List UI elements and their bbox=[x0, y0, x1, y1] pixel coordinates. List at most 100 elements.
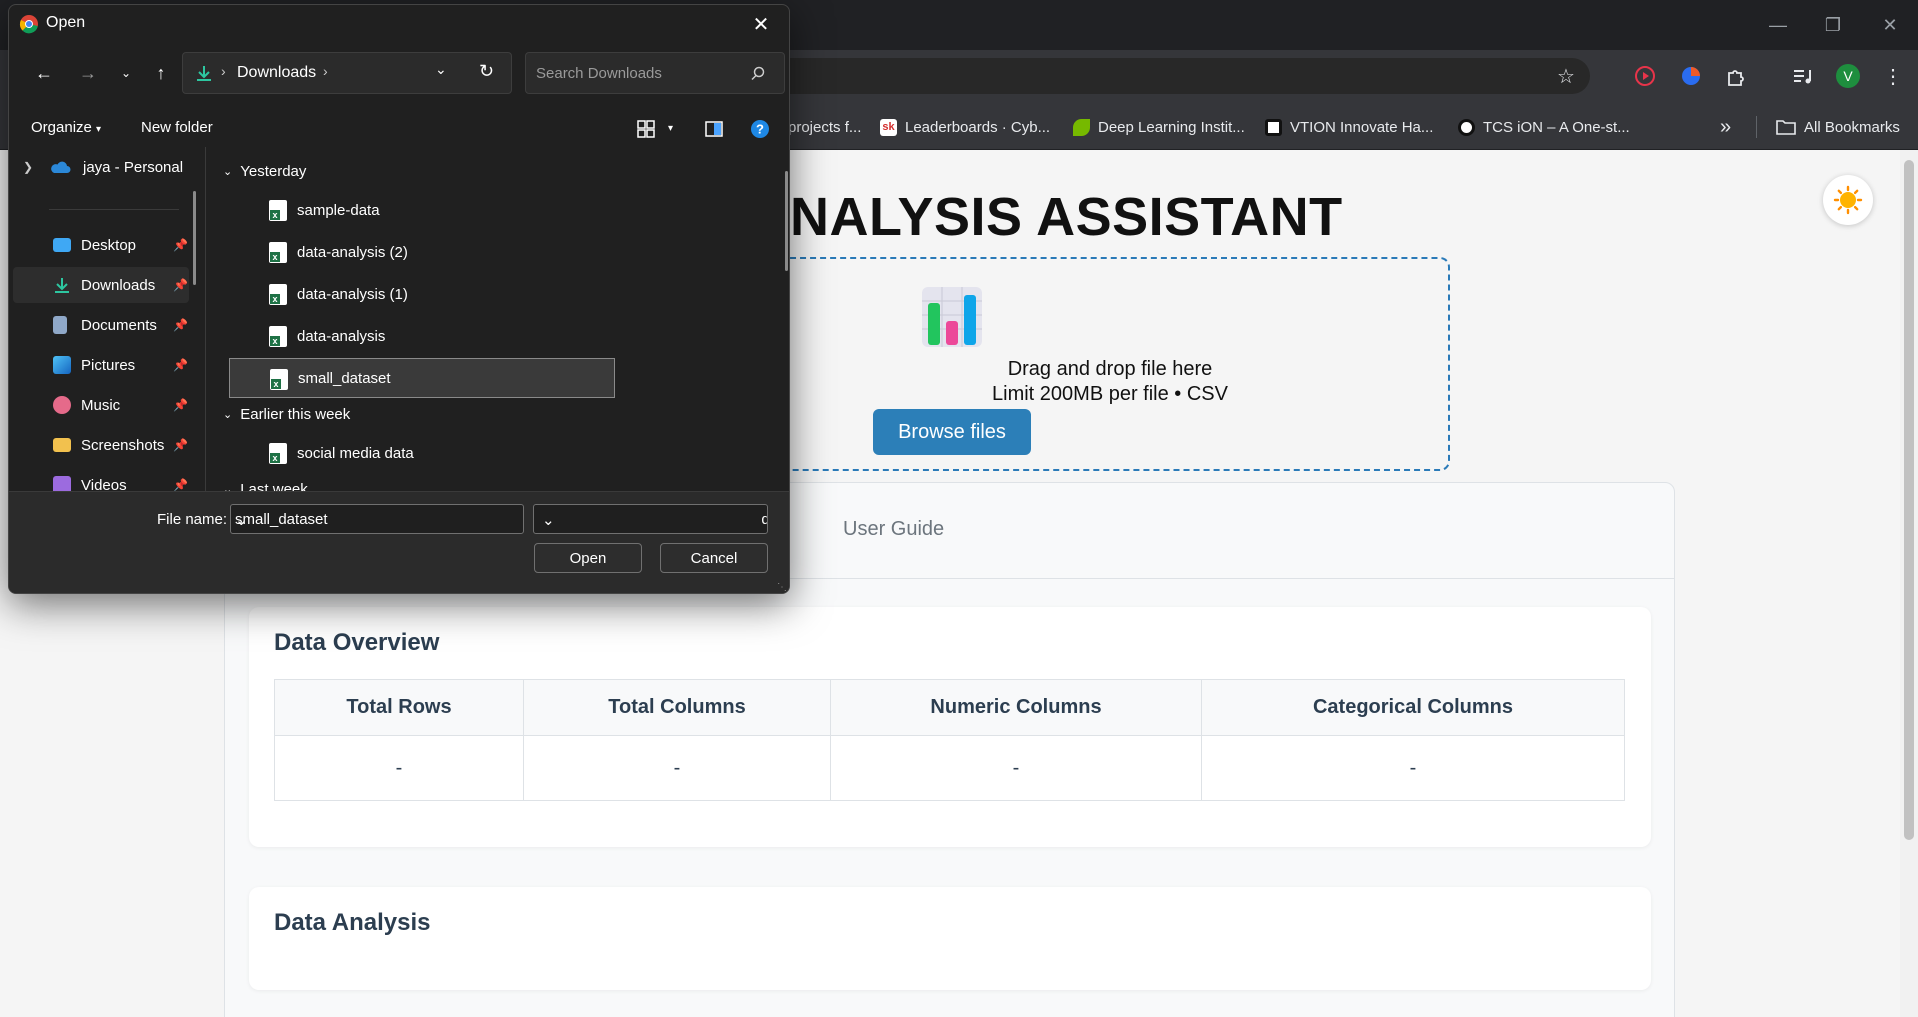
expand-chevron-icon[interactable]: ❯ bbox=[23, 160, 33, 174]
header-total-rows: Total Rows bbox=[274, 679, 524, 736]
extensions-puzzle-icon[interactable] bbox=[1720, 60, 1752, 92]
view-options-chevron-icon[interactable]: ▾ bbox=[668, 123, 673, 134]
pane-divider bbox=[205, 147, 206, 495]
media-controls-icon[interactable] bbox=[1786, 60, 1818, 92]
value-categorical-columns: - bbox=[1201, 735, 1625, 801]
media-extension-icon[interactable] bbox=[1629, 60, 1661, 92]
nav-label: Downloads bbox=[81, 276, 156, 294]
vtion-logo-icon bbox=[1265, 118, 1282, 136]
tab-user-guide[interactable]: User Guide bbox=[843, 518, 944, 541]
nav-item-downloads[interactable]: Downloads 📌 bbox=[13, 267, 189, 303]
header-categorical-columns: Categorical Columns bbox=[1201, 679, 1625, 736]
all-bookmarks[interactable]: All Bookmarks bbox=[1776, 116, 1900, 138]
music-icon bbox=[53, 396, 71, 414]
dialog-navigation-pane: ❯ jaya - Personal Desktop 📌 Downloads 📌 … bbox=[9, 147, 199, 495]
excel-file-icon bbox=[269, 284, 287, 305]
nav-item-onedrive[interactable]: ❯ jaya - Personal bbox=[13, 149, 189, 185]
profile-avatar[interactable]: V bbox=[1832, 60, 1864, 92]
file-name: data-analysis bbox=[297, 327, 386, 345]
star-icon[interactable]: ☆ bbox=[1550, 60, 1582, 92]
file-list-scrollbar[interactable] bbox=[785, 171, 788, 271]
data-overview-section: Data Overview Total Rows Total Columns N… bbox=[249, 607, 1651, 847]
value-total-rows: - bbox=[274, 735, 524, 801]
organize-chevron-icon: ▾ bbox=[96, 124, 102, 135]
address-history-chevron-icon[interactable]: ⌄ bbox=[435, 61, 447, 78]
file-item[interactable]: sample-data bbox=[229, 190, 615, 230]
dialog-address-bar[interactable]: › Downloads › ⌄ ↻ bbox=[182, 52, 512, 94]
pin-icon: 📌 bbox=[173, 238, 188, 252]
organize-menu[interactable]: Organize ▾ bbox=[31, 119, 101, 136]
refresh-icon[interactable]: ↻ bbox=[479, 61, 494, 82]
dialog-search-box[interactable] bbox=[525, 52, 785, 94]
recent-locations-chevron-icon[interactable]: ⌄ bbox=[110, 57, 142, 89]
all-bookmarks-label: All Bookmarks bbox=[1804, 118, 1900, 136]
file-name-label: File name: bbox=[157, 511, 228, 528]
table-row: - - - - bbox=[274, 735, 1625, 801]
open-button[interactable]: Open bbox=[534, 543, 642, 573]
file-dropzone[interactable]: Drag and drop file here Limit 200MB per … bbox=[770, 257, 1450, 471]
minimize-icon[interactable]: — bbox=[1763, 10, 1793, 40]
menu-kebab-icon[interactable]: ⋮ bbox=[1877, 60, 1909, 92]
restore-icon[interactable]: ❐ bbox=[1818, 10, 1848, 40]
breadcrumb-downloads[interactable]: Downloads bbox=[237, 64, 316, 82]
file-item[interactable]: data-analysis (2) bbox=[229, 232, 615, 272]
nav-divider bbox=[49, 209, 179, 210]
browse-files-button[interactable]: Browse files bbox=[873, 409, 1031, 455]
sun-icon bbox=[1833, 185, 1863, 215]
svg-text:?: ? bbox=[756, 122, 764, 137]
view-grid-icon[interactable] bbox=[636, 119, 656, 139]
nav-pane-scrollbar[interactable] bbox=[193, 191, 196, 285]
desktop-icon bbox=[53, 238, 71, 252]
bookmark-label: Leaderboards · Cyb... bbox=[905, 118, 1051, 136]
nav-item-desktop[interactable]: Desktop 📌 bbox=[13, 227, 189, 263]
bookmark-leaderboards[interactable]: sk Leaderboards · Cyb... bbox=[880, 116, 1050, 138]
forward-arrow-icon[interactable]: → bbox=[72, 57, 104, 89]
nav-item-pictures[interactable]: Pictures 📌 bbox=[13, 347, 189, 383]
back-arrow-icon[interactable]: ← bbox=[28, 57, 60, 89]
folder-icon bbox=[53, 438, 71, 452]
preview-pane-icon[interactable] bbox=[704, 119, 724, 139]
file-type-select[interactable]: Microsoft Excel Comma Separated Values F… bbox=[533, 504, 768, 534]
bookmark-label: VTION Innovate Ha... bbox=[1290, 118, 1434, 136]
sk-logo-icon: sk bbox=[880, 118, 897, 136]
data-analysis-heading: Data Analysis bbox=[274, 909, 431, 936]
address-bar[interactable]: ☆ bbox=[750, 58, 1590, 94]
close-window-icon[interactable]: ✕ bbox=[1875, 10, 1905, 40]
nav-item-music[interactable]: Music 📌 bbox=[13, 387, 189, 423]
bookmark-vtion[interactable]: VTION Innovate Ha... bbox=[1265, 116, 1433, 138]
nav-item-documents[interactable]: Documents 📌 bbox=[13, 307, 189, 343]
nav-label: Music bbox=[81, 396, 121, 414]
file-item[interactable]: data-analysis bbox=[229, 316, 615, 356]
group-header-earlier-this-week[interactable]: ⌄ Earlier this week bbox=[223, 406, 350, 423]
scrollbar-thumb[interactable] bbox=[1904, 160, 1914, 840]
chevron-down-icon[interactable]: ⌄ bbox=[538, 511, 761, 529]
theme-toggle-button[interactable] bbox=[1823, 175, 1873, 225]
group-header-yesterday[interactable]: ⌄ Yesterday bbox=[223, 163, 306, 180]
breadcrumb-chevron-icon[interactable]: › bbox=[323, 63, 328, 79]
up-arrow-icon[interactable]: ↑ bbox=[145, 57, 177, 89]
help-icon[interactable]: ? bbox=[750, 119, 770, 139]
extension-colorful-icon[interactable] bbox=[1675, 60, 1707, 92]
file-name-input[interactable]: small_dataset ⌄ bbox=[230, 504, 524, 534]
bookmark-tcs-ion[interactable]: TCS iON – A One-st... bbox=[1458, 116, 1630, 138]
nav-label: Screenshots bbox=[81, 436, 165, 454]
nav-item-screenshots[interactable]: Screenshots 📌 bbox=[13, 427, 189, 463]
bookmark-projects[interactable]: projects f... bbox=[788, 116, 861, 138]
new-folder-button[interactable]: New folder bbox=[141, 119, 213, 136]
bookmarks-overflow-icon[interactable]: » bbox=[1720, 116, 1731, 138]
cancel-button[interactable]: Cancel bbox=[660, 543, 768, 573]
page-scrollbar[interactable] bbox=[1900, 150, 1918, 1017]
file-item[interactable]: social media data bbox=[229, 433, 615, 473]
resize-grip-icon[interactable]: ⋱ bbox=[777, 582, 787, 593]
file-item-selected[interactable]: small_dataset bbox=[229, 358, 615, 398]
chevron-down-icon[interactable]: ⌄ bbox=[235, 511, 517, 529]
header-total-columns: Total Columns bbox=[523, 679, 831, 736]
documents-icon bbox=[53, 316, 67, 334]
search-input[interactable] bbox=[536, 61, 736, 85]
pin-icon: 📌 bbox=[173, 278, 188, 292]
dialog-close-icon[interactable]: ✕ bbox=[741, 9, 781, 41]
overview-table: Total Rows Total Columns Numeric Columns… bbox=[274, 679, 1625, 801]
bookmark-deep-learning[interactable]: Deep Learning Instit... bbox=[1073, 116, 1245, 138]
header-numeric-columns: Numeric Columns bbox=[830, 679, 1202, 736]
file-item[interactable]: data-analysis (1) bbox=[229, 274, 615, 314]
